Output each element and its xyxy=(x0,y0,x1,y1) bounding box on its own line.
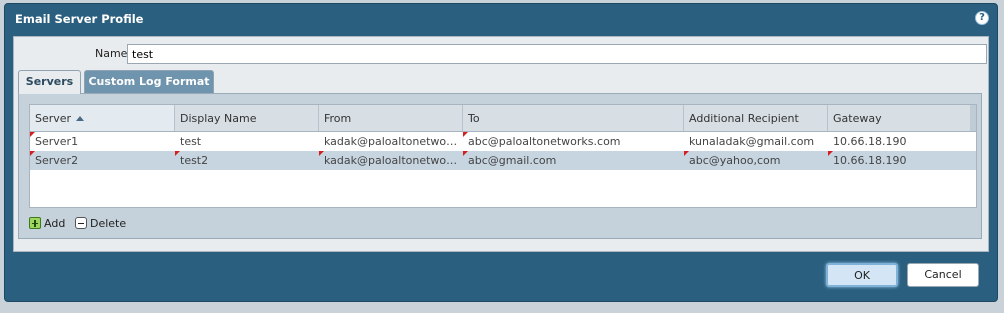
cell-to: abc@gmail.com xyxy=(463,151,684,170)
add-icon xyxy=(29,217,41,229)
column-header-to[interactable]: To xyxy=(463,105,684,131)
cell-additional-recipient: kunaladak@gmail.com xyxy=(689,135,815,148)
name-input[interactable] xyxy=(127,44,987,64)
ok-button[interactable]: OK xyxy=(826,263,898,287)
cell-to: abc@paloaltonetworks.com xyxy=(463,132,684,151)
table-header: Server Display Name From To Additional R… xyxy=(30,105,976,132)
servers-table: Server Display Name From To Additional R… xyxy=(29,104,977,208)
name-label: Name xyxy=(95,47,128,60)
cell-from: kadak@paloaltonetworks.com xyxy=(324,135,463,148)
add-label: Add xyxy=(44,217,66,230)
column-header-additional-recipient[interactable]: Additional Recipient xyxy=(684,105,828,131)
table-row[interactable]: Server1 test kadak@paloaltonetworks.com … xyxy=(30,132,976,151)
help-icon[interactable]: ? xyxy=(975,11,989,25)
column-header-label: Server xyxy=(35,112,72,125)
tab-servers[interactable]: Servers xyxy=(18,70,81,94)
servers-panel: Server Display Name From To Additional R… xyxy=(18,93,982,239)
column-header-from[interactable]: From xyxy=(319,105,463,131)
cell-server: Server2 xyxy=(30,151,175,170)
scrollbar[interactable] xyxy=(970,105,976,131)
cell-display-name: test xyxy=(180,135,202,148)
cell-display-name: test2 xyxy=(175,151,319,170)
sort-ascending-icon xyxy=(76,116,85,121)
dialog-content: Name Servers Custom Log Format Server Di… xyxy=(13,36,989,252)
cell-additional-recipient: abc@yahoo,com xyxy=(684,151,828,170)
cell-from: kadak@paloaltonetworks.com xyxy=(319,151,463,170)
column-header-server[interactable]: Server xyxy=(30,105,175,131)
email-server-profile-dialog: Email Server Profile ? Name Servers Cust… xyxy=(4,3,998,302)
title-bar: Email Server Profile ? xyxy=(5,4,997,34)
delete-button[interactable]: Delete xyxy=(75,217,131,231)
add-button[interactable]: Add xyxy=(29,217,73,231)
table-row[interactable]: Server2 test2 kadak@paloaltonetworks.com… xyxy=(30,151,976,170)
delete-icon xyxy=(75,217,87,229)
cancel-button[interactable]: Cancel xyxy=(907,263,979,287)
table-toolbar: Add Delete xyxy=(19,208,981,240)
tab-custom-log-format[interactable]: Custom Log Format xyxy=(84,70,214,93)
delete-label: Delete xyxy=(90,217,127,230)
cell-gateway: 10.66.18.190 xyxy=(833,135,907,148)
column-header-display-name[interactable]: Display Name xyxy=(175,105,319,131)
cell-gateway: 10.66.18.190 xyxy=(828,151,972,170)
column-header-gateway[interactable]: Gateway xyxy=(828,105,972,131)
cell-server: Server1 xyxy=(30,132,175,151)
dialog-title: Email Server Profile xyxy=(15,12,144,26)
